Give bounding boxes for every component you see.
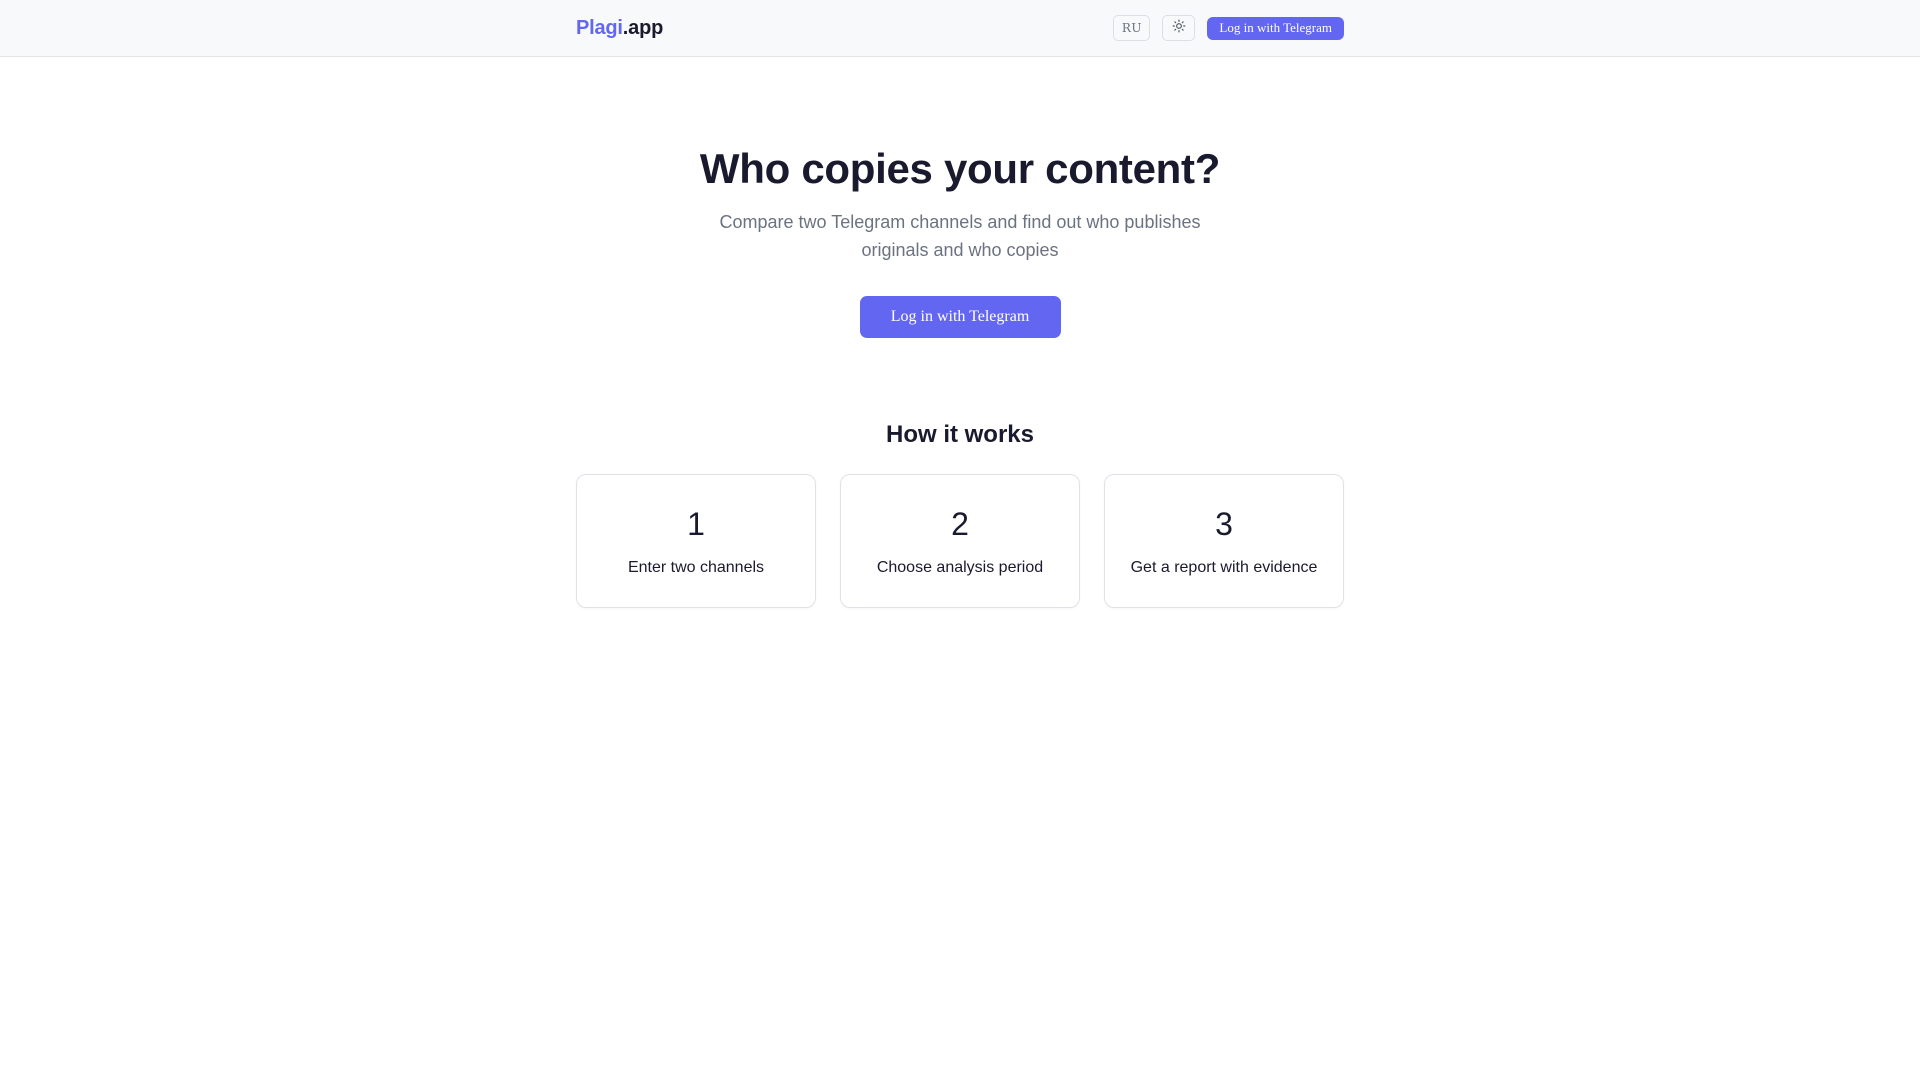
logo-brand: Plagi bbox=[576, 16, 623, 39]
step-label: Choose analysis period bbox=[876, 559, 1044, 576]
step-number: 3 bbox=[1215, 506, 1233, 542]
logo[interactable]: Plagi.app bbox=[576, 17, 663, 40]
theme-toggle-button[interactable] bbox=[1162, 15, 1196, 41]
step-label: Get a report with evidence bbox=[1130, 559, 1318, 576]
step-label: Enter two channels bbox=[627, 559, 765, 576]
header-login-button[interactable]: Log in with Telegram bbox=[1207, 16, 1344, 40]
how-it-works-title: How it works bbox=[885, 421, 1035, 448]
step-number: 2 bbox=[951, 506, 969, 542]
step-number: 1 bbox=[687, 506, 705, 542]
step-card-1: 1 Enter two channels bbox=[576, 474, 816, 608]
hero-section: Who copies your content? Compare two Tel… bbox=[0, 140, 1920, 338]
logo-tld: .app bbox=[622, 16, 664, 39]
top-header: Plagi.app RU Log in with Telegram bbox=[0, 0, 1920, 57]
language-toggle-button[interactable]: RU bbox=[1113, 15, 1151, 41]
hero-login-button[interactable]: Log in with Telegram bbox=[859, 296, 1061, 338]
header-container: Plagi.app RU Log in with Telegram bbox=[576, 0, 1344, 56]
page-title: Who copies your content? bbox=[699, 145, 1221, 192]
sun-icon bbox=[1172, 19, 1186, 38]
hero-subtitle: Compare two Telegram channels and find o… bbox=[719, 212, 1201, 260]
step-card-3: 3 Get a report with evidence bbox=[1104, 474, 1344, 608]
steps-list: 1 Enter two channels 2 Choose analysis p… bbox=[576, 474, 1344, 608]
step-card-2: 2 Choose analysis period bbox=[840, 474, 1080, 608]
header-actions: RU Log in with Telegram bbox=[1113, 15, 1344, 41]
